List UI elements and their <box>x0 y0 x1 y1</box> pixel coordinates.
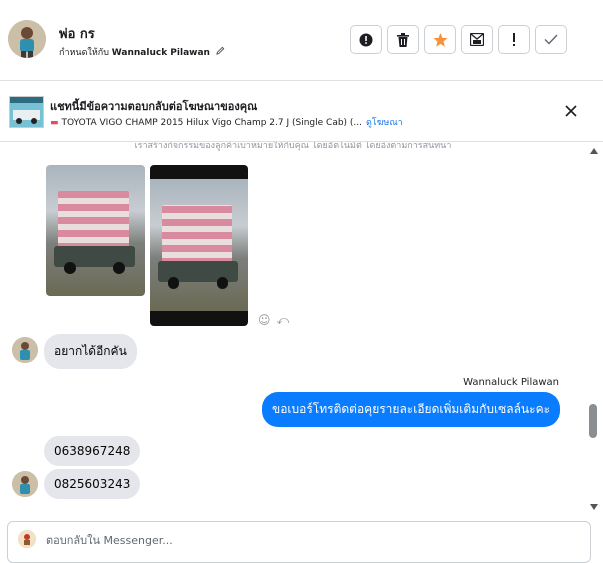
star-icon <box>433 32 448 47</box>
message-thread[interactable]: เราสร้างกิจกรรมของลูกค้าเบาหมายให้กับคุณ… <box>0 142 586 516</box>
reply-icon[interactable]: ⤺ <box>277 313 290 328</box>
mark-done-button[interactable] <box>535 25 567 54</box>
close-icon[interactable] <box>563 103 579 119</box>
alert-button[interactable] <box>350 25 382 54</box>
outgoing-message[interactable]: ขอเบอร์โทรติดต่อคุยรายละเอียดเพิ่มเติมกั… <box>262 392 561 427</box>
attachment-photo[interactable] <box>150 165 248 326</box>
assigned-prefix: กำหนดให้กับ <box>59 48 109 58</box>
assignment-line[interactable]: กำหนดให้กับ Wannaluck Pilawan <box>59 45 225 59</box>
sender-name: Wannaluck Pilawan <box>463 377 559 388</box>
trash-icon <box>397 32 409 47</box>
customer-name[interactable]: พ่อ กร <box>59 23 95 44</box>
page-avatar <box>18 530 36 548</box>
incoming-message[interactable]: อยากได้อีกคัน <box>44 334 137 369</box>
mark-spam-button[interactable] <box>461 25 493 54</box>
exclamation-icon <box>512 32 516 47</box>
delete-button[interactable] <box>387 25 419 54</box>
ad-name: TOYOTA VIGO CHAMP 2015 Hilux Vigo Champ … <box>61 118 363 128</box>
reply-composer <box>7 521 591 563</box>
message-input[interactable] <box>46 534 446 547</box>
pencil-icon[interactable] <box>216 46 225 58</box>
ad-reply-banner: แชทนี้มีข้อความตอบกลับต่อโฆษณาของคุณ ▬ TO… <box>0 81 603 142</box>
attachment-photo[interactable] <box>46 165 145 296</box>
thread-scrollbar[interactable] <box>586 142 603 516</box>
system-notice: เราสร้างกิจกรรมของลูกค้าเบาหมายให้กับคุณ… <box>134 142 452 151</box>
action-toolbar <box>350 25 567 54</box>
scroll-down-icon[interactable] <box>590 504 598 510</box>
car-icon: ▬ <box>50 118 59 128</box>
incoming-message[interactable]: 0825603243 <box>44 469 141 499</box>
emoji-reaction-icon[interactable]: ☺ <box>258 313 271 328</box>
message-actions: ☺ ⤺ <box>258 313 289 328</box>
alert-circle-icon <box>359 33 373 47</box>
scroll-up-icon[interactable] <box>590 148 598 154</box>
customer-avatar[interactable] <box>8 20 46 58</box>
conversation-header: พ่อ กร กำหนดให้กับ Wannaluck Pilawan <box>0 0 603 81</box>
ad-banner-subtitle: ▬ TOYOTA VIGO CHAMP 2015 Hilux Vigo Champ… <box>50 115 403 129</box>
sender-avatar <box>12 471 38 497</box>
sender-avatar <box>12 337 38 363</box>
star-button[interactable] <box>424 25 456 54</box>
check-icon <box>544 34 558 45</box>
view-ad-link[interactable]: ดูโฆษณา <box>366 118 403 128</box>
mark-spam-icon <box>470 33 484 46</box>
scroll-thumb[interactable] <box>589 404 597 438</box>
incoming-message[interactable]: 0638967248 <box>44 436 141 466</box>
follow-up-button[interactable] <box>498 25 530 54</box>
ad-banner-title: แชทนี้มีข้อความตอบกลับต่อโฆษณาของคุณ <box>50 100 258 113</box>
ad-thumbnail[interactable] <box>9 96 44 128</box>
assignee-name: Wannaluck Pilawan <box>111 48 210 58</box>
